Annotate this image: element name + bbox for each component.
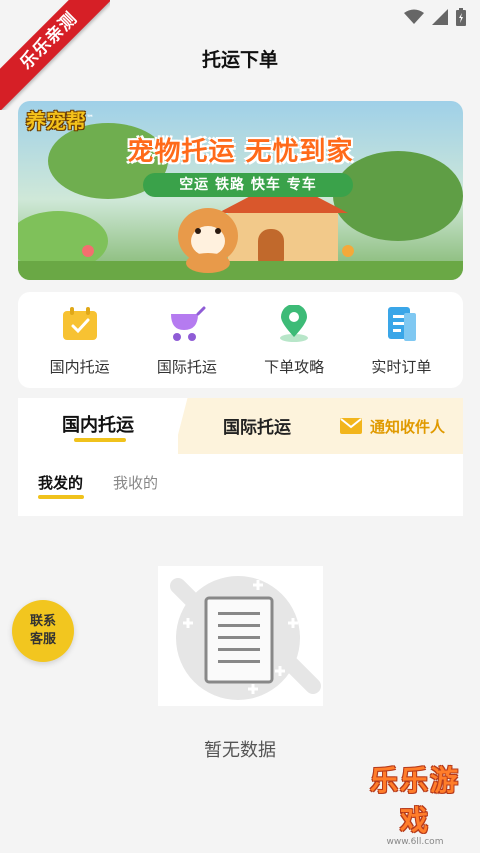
active-tab-indicator — [74, 438, 126, 442]
promo-banner[interactable]: 养宠帮™ 宠物托运 无忧到家 空运 铁路 快车 专车 — [18, 101, 463, 280]
map-pin-icon — [274, 304, 314, 344]
document-icon — [381, 304, 421, 344]
tab-domestic[interactable]: 国内托运 — [18, 398, 178, 454]
mail-icon — [339, 418, 362, 434]
tabs-row: 国际托运 国内托运 通知收件人 — [18, 398, 463, 454]
trademark-mark: ™ — [86, 113, 94, 123]
subtab-sent[interactable]: 我发的 — [38, 472, 84, 499]
subtab-received-label: 我收的 — [113, 474, 159, 492]
brand-name: 养宠帮 — [26, 109, 86, 133]
contact-support-button[interactable]: 联系 客服 — [12, 600, 74, 662]
quick-guide[interactable]: 下单攻略 — [244, 292, 344, 388]
subtab-received[interactable]: 我收的 — [113, 472, 158, 493]
subtab-sent-label: 我发的 — [38, 474, 84, 492]
watermark-title: 乐乐游戏 — [369, 764, 460, 837]
signal-icon — [432, 9, 448, 25]
promo-ribbon: 乐乐亲测 — [0, 0, 110, 110]
quick-actions: 国内托运 国际托运 下单攻略 实时订单 — [18, 292, 463, 388]
tab-domestic-label: 国内托运 — [62, 415, 134, 436]
tab-international-label: 国际托运 — [223, 418, 291, 438]
banner-slogan: 宠物托运 无忧到家 — [127, 137, 354, 167]
calendar-check-icon — [60, 304, 100, 344]
quick-international-label: 国际托运 — [156, 358, 217, 376]
wifi-icon — [404, 9, 424, 24]
quick-international[interactable]: 国际托运 — [137, 292, 237, 388]
banner-transport-modes: 空运 铁路 快车 专车 — [143, 173, 353, 197]
notify-recipient-button[interactable]: 通知收件人 — [339, 398, 445, 454]
empty-state-illustration — [158, 566, 323, 706]
quick-guide-label: 下单攻略 — [264, 358, 325, 376]
quick-domestic-label: 国内托运 — [49, 358, 110, 376]
order-tabs-panel: 国际托运 国内托运 通知收件人 我发的 我收的 — [18, 398, 463, 516]
site-watermark: 乐乐游戏 www.6ll.com — [356, 759, 474, 847]
battery-icon — [456, 8, 466, 26]
quick-orders[interactable]: 实时订单 — [351, 292, 451, 388]
contact-line2: 客服 — [29, 632, 56, 647]
subtab-indicator — [38, 495, 84, 499]
ribbon-text: 乐乐亲测 — [0, 0, 110, 110]
contact-line1: 联系 — [29, 614, 56, 629]
quick-domestic[interactable]: 国内托运 — [30, 292, 130, 388]
notify-recipient-label: 通知收件人 — [369, 417, 445, 436]
subtabs: 我发的 我收的 — [38, 472, 158, 499]
quick-orders-label: 实时订单 — [371, 358, 432, 376]
watermark-url: www.6ll.com — [386, 837, 444, 847]
pet-stroller-icon — [167, 304, 207, 344]
